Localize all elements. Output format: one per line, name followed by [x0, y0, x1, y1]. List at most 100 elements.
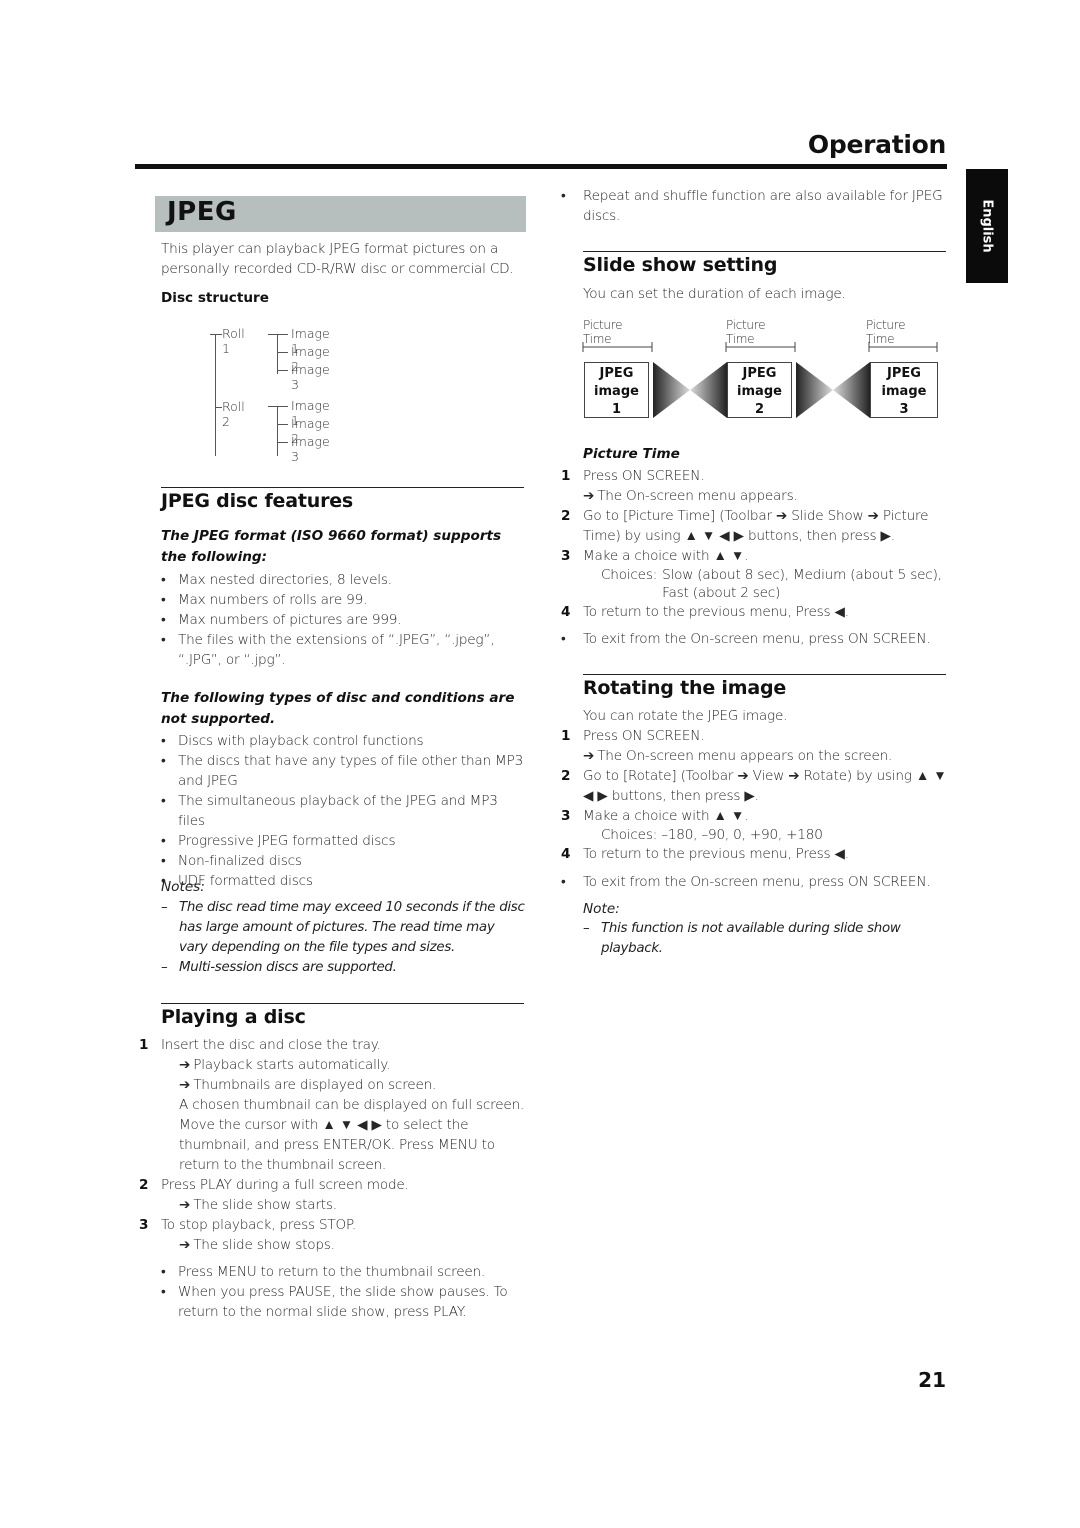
slideshow-intro: You can set the duration of each image.	[583, 286, 846, 302]
list-item: To exit from the On-screen menu, press O…	[561, 872, 951, 892]
page-number: 21	[918, 1368, 946, 1392]
jpeg-banner-title: JPEG	[167, 197, 237, 227]
jpeg-image-box: JPEG image 2	[727, 362, 792, 418]
step-text: Go to [Picture Time] (Toolbar ➔ Slide Sh…	[583, 508, 929, 544]
list-item: Progressive JPEG formatted discs	[161, 831, 526, 851]
step-result: Playback starts automatically.	[193, 1057, 391, 1073]
step-number: 4	[561, 604, 571, 620]
tree-branch	[277, 424, 288, 425]
step-number: 2	[561, 508, 571, 524]
time-bar	[582, 342, 653, 352]
box-line: image	[737, 384, 782, 399]
choices-label: Choices:	[601, 567, 658, 583]
choices: Choices: Slow (about 8 sec), Medium (abo…	[583, 566, 951, 602]
section-rule	[161, 1003, 524, 1004]
tree-branch	[268, 334, 288, 335]
step: 2 Press PLAY during a full screen mode. …	[139, 1175, 526, 1215]
rotating-exit: To exit from the On-screen menu, press O…	[561, 872, 951, 892]
time-bar	[725, 342, 796, 352]
step-number: 2	[139, 1177, 149, 1193]
step-number: 1	[139, 1037, 149, 1053]
playing-bullets: Press MENU to return to the thumbnail sc…	[161, 1262, 526, 1322]
step-result: The On-screen menu appears on the screen…	[597, 748, 893, 764]
language-tab: English	[966, 169, 1008, 283]
box-line: 3	[899, 402, 909, 417]
section-heading: Operation	[807, 130, 946, 159]
section-rule	[583, 674, 946, 675]
step: 2 Go to [Picture Time] (Toolbar ➔ Slide …	[561, 506, 951, 546]
list-item: Discs with playback control functions	[161, 731, 526, 751]
supports-list: Max nested directories, 8 levels. Max nu…	[161, 570, 526, 670]
picture-time-subheading: Picture Time	[583, 446, 680, 462]
box-line: JPEG	[742, 366, 777, 381]
list-item: Press MENU to return to the thumbnail sc…	[161, 1262, 526, 1282]
step-text: To return to the previous menu, Press ◀.	[583, 604, 849, 620]
step-text: Make a choice with ▲ ▼.	[583, 808, 749, 824]
playing-title: Playing a disc	[161, 1006, 306, 1028]
step: 3 Make a choice with ▲ ▼. Choices: –180,…	[561, 806, 951, 844]
list-item: When you press PAUSE, the slide show pau…	[161, 1282, 526, 1322]
tree-branch	[268, 406, 288, 407]
step-text: Press PLAY during a full screen mode.	[161, 1177, 409, 1193]
tree-subtrunk	[277, 334, 278, 374]
features-title: JPEG disc features	[161, 490, 354, 512]
box-line: image	[594, 384, 639, 399]
fade-out-shape	[653, 362, 690, 418]
step-number: 3	[139, 1217, 149, 1233]
note-item: This function is not available during sl…	[583, 919, 963, 959]
repeat-shuffle-note: Repeat and shuffle function are also ava…	[561, 186, 946, 226]
step-result: The On-screen menu appears.	[597, 488, 798, 504]
unsupported-heading: The following types of disc and conditio…	[161, 690, 515, 727]
step-text: To stop playback, press STOP.	[161, 1217, 357, 1233]
list-item: The files with the extensions of “.JPEG”…	[161, 630, 526, 670]
box-line: JPEG	[599, 366, 634, 381]
step: 4 To return to the previous menu, Press …	[561, 844, 951, 864]
fade-in-shape	[833, 362, 870, 418]
step-text: Press ON SCREEN.	[583, 468, 705, 484]
jpeg-image-box: JPEG image 3	[870, 362, 938, 418]
list-item: The discs that have any types of file ot…	[161, 751, 526, 791]
tree-trunk	[215, 334, 216, 456]
step-result: Thumbnails are displayed on screen.	[193, 1077, 437, 1093]
step-number: 3	[561, 548, 571, 564]
list-item: Max numbers of pictures are 999.	[161, 610, 526, 630]
step-result: The slide show starts.	[193, 1197, 337, 1213]
tree-branch	[277, 442, 288, 443]
step: 1 Press ON SCREEN. ➔ The On-screen menu a…	[561, 726, 951, 766]
slideshow-title: Slide show setting	[583, 254, 778, 276]
step: 3 To stop playback, press STOP. ➔ The sli…	[139, 1215, 526, 1255]
box-line: image	[881, 384, 927, 399]
arrow-icon: ➔	[179, 1237, 191, 1253]
step: 4 To return to the previous menu, Press …	[561, 602, 951, 622]
step-number: 2	[561, 768, 571, 784]
roll-label: Roll 2	[222, 399, 245, 429]
image-label: Image 3	[291, 362, 330, 392]
tree-branch	[210, 334, 222, 335]
step-number: 1	[561, 468, 571, 484]
list-item: Repeat and shuffle function are also ava…	[561, 186, 946, 226]
step-result: The slide show stops.	[193, 1237, 335, 1253]
box-line: 1	[611, 402, 622, 417]
step: 1 Insert the disc and close the tray. ➔ P…	[139, 1035, 526, 1175]
list-item: To exit from the On-screen menu, press O…	[561, 629, 951, 649]
header-rule	[135, 164, 947, 169]
language-tab-label: English	[979, 199, 995, 253]
rotating-note: This function is not available during sl…	[583, 919, 963, 959]
choices: Choices: –180, –90, 0, +90, +180	[601, 827, 823, 843]
rotating-intro: You can rotate the JPEG image.	[583, 708, 788, 724]
jpeg-intro-line: This player can playback JPEG format pic…	[161, 241, 499, 257]
step: 2 Go to [Rotate] (Toolbar ➔ View ➔ Rotat…	[561, 766, 951, 806]
note-item: The disc read time may exceed 10 seconds…	[161, 898, 526, 958]
supports-heading: The JPEG format (ISO 9660 format) suppor…	[161, 528, 502, 565]
jpeg-banner: JPEG	[155, 196, 526, 232]
list-item: Max numbers of rolls are 99.	[161, 590, 526, 610]
tree-branch	[277, 370, 288, 371]
tree-subtrunk	[277, 406, 278, 456]
notes-list: The disc read time may exceed 10 seconds…	[161, 898, 526, 978]
arrow-icon: ➔	[583, 488, 595, 504]
disc-structure-title: Disc structure	[161, 290, 269, 306]
section-rule	[161, 487, 524, 488]
step-number: 1	[561, 728, 571, 744]
arrow-icon: ➔	[179, 1197, 191, 1213]
jpeg-intro-line: personally recorded CD-R/RW disc or comm…	[161, 261, 514, 277]
